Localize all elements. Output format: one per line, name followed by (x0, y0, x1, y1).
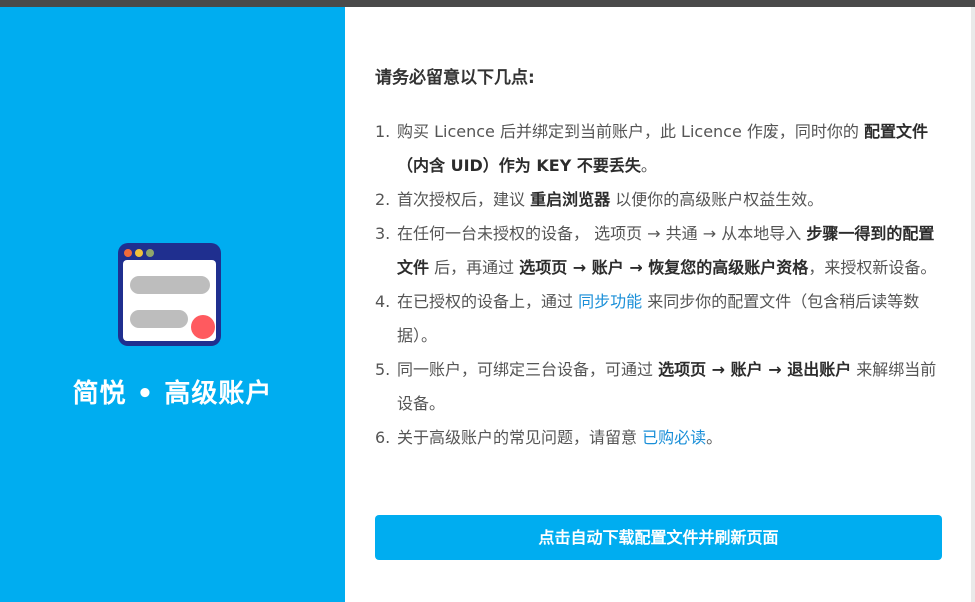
item-text: 同一账户，可绑定三台设备，可通过 (397, 360, 659, 379)
item-number: 4. (375, 292, 391, 311)
item-text: 购买 Licence 后并绑定到当前账户，此 Licence 作废，同时你的 (397, 122, 864, 141)
sidebar-title: 简悦 • 高级账户 (72, 379, 273, 409)
list-item: 6. 关于高级账户的常见问题，请留意 已购必读。 (375, 421, 943, 455)
item-number: 6. (375, 428, 391, 447)
item-text: 首次授权后，建议 (397, 190, 531, 209)
item-text: 在已授权的设备上，通过 (397, 292, 579, 311)
sync-feature-link[interactable]: 同步功能 (578, 292, 642, 311)
list-item: 2. 首次授权后，建议 重启浏览器 以便你的高级账户权益生效。 (375, 183, 943, 217)
list-item: 5. 同一账户，可绑定三台设备，可通过 选项页 → 账户 → 退出账户 来解绑当… (375, 353, 943, 421)
item-strong: 选项页 → 账户 → 退出账户 (658, 360, 852, 379)
item-number: 1. (375, 122, 391, 141)
item-text: 后，再通过 (429, 258, 520, 277)
item-text: 在任何一台未授权的设备， 选项页 → 共通 → 从本地导入 (397, 224, 807, 243)
item-text: 。 (640, 156, 657, 175)
download-config-button[interactable]: 点击自动下载配置文件并刷新页面 (375, 515, 942, 560)
window-top-border (0, 0, 975, 7)
window-right-border (971, 7, 975, 602)
item-text: 以便你的高级账户权益生效。 (610, 190, 824, 209)
item-strong: 选项页 → 账户 → 恢复您的高级账户资格 (519, 258, 809, 277)
notice-panel: 请务必留意以下几点: 1. 购买 Licence 后并绑定到当前账户，此 Lic… (345, 7, 971, 602)
notice-list: 1. 购买 Licence 后并绑定到当前账户，此 Licence 作废，同时你… (375, 115, 943, 455)
item-text: ，来授权新设备。 (808, 258, 937, 277)
item-text: 。 (706, 428, 723, 447)
item-number: 3. (375, 224, 391, 243)
item-number: 5. (375, 360, 391, 379)
item-strong: 重启浏览器 (530, 190, 611, 209)
list-item: 3. 在任何一台未授权的设备， 选项页 → 共通 → 从本地导入 步骤一得到的配… (375, 217, 943, 285)
sidebar-panel: 简悦 • 高级账户 (0, 7, 345, 602)
list-item: 1. 购买 Licence 后并绑定到当前账户，此 Licence 作废，同时你… (375, 115, 943, 183)
notice-title: 请务必留意以下几点: (375, 68, 535, 88)
item-number: 2. (375, 190, 391, 209)
purchase-faq-link[interactable]: 已购必读 (642, 428, 706, 447)
browser-window-icon (118, 243, 221, 346)
list-item: 4. 在已授权的设备上，通过 同步功能 来同步你的配置文件（包含稍后读等数据）。 (375, 285, 943, 353)
item-text: 关于高级账户的常见问题，请留意 (397, 428, 643, 447)
